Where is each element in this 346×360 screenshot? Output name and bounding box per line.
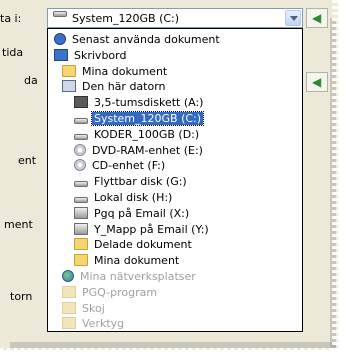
- folder-icon: [62, 64, 76, 77]
- torn-edge-decoration: [332, 0, 346, 360]
- side-toolbar-button[interactable]: ◀: [306, 72, 328, 92]
- network-drive-icon: [74, 206, 88, 219]
- dropdown-item[interactable]: Flyttbar disk (G:): [74, 174, 189, 190]
- folder-icon: [74, 238, 88, 251]
- dropdown-item-label: Lokal disk (H:): [94, 191, 173, 204]
- desktop-icon: [54, 48, 68, 61]
- dropdown-item-label: Pgq på Email (X:): [94, 206, 190, 220]
- dropdown-item-label: System_120GB (C:): [90, 111, 205, 126]
- dropdown-item-label: Y_Mapp på Email (Y:): [94, 222, 209, 236]
- hard-drive-icon: [74, 133, 88, 140]
- look-in-combobox[interactable]: System_120GB (C:): [47, 8, 303, 28]
- arrow-icon: ◀: [312, 75, 322, 89]
- dropdown-item[interactable]: Senast använda dokument: [54, 32, 222, 48]
- network-places-icon: [62, 270, 74, 282]
- dropdown-item[interactable]: Mina nätverksplatser: [62, 269, 198, 285]
- folder-icon: [62, 301, 76, 314]
- dropdown-item-label: Senast använda dokument: [72, 33, 220, 46]
- back-arrow-icon: ◀: [312, 11, 322, 25]
- dropdown-item-label: Delade dokument: [94, 238, 192, 252]
- floppy-drive-icon: [74, 96, 88, 109]
- dropdown-item-label: Mina dokument: [94, 254, 180, 268]
- sidebar-label-5[interactable]: torn: [10, 290, 32, 303]
- dropdown-item-label: Skrivbord: [74, 48, 127, 62]
- sidebar-label-4[interactable]: ment: [4, 218, 33, 231]
- back-button[interactable]: ◀: [306, 8, 328, 28]
- hard-drive-icon: [74, 118, 88, 124]
- dropdown-item-label: Verktyg: [82, 317, 125, 331]
- dropdown-arrow-button[interactable]: [285, 10, 301, 26]
- dropdown-item-label: 3,5-tumsdiskett (A:): [94, 96, 204, 110]
- look-in-label: ta i:: [0, 12, 22, 25]
- dropdown-item[interactable]: Lokal disk (H:): [74, 190, 174, 206]
- folder-icon: [74, 254, 88, 267]
- sidebar-label-1[interactable]: tida: [2, 46, 23, 59]
- hard-drive-icon: [74, 197, 88, 203]
- dvd-drive-icon: [74, 143, 86, 156]
- recent-documents-icon: [54, 33, 66, 45]
- dropdown-item[interactable]: Verktyg: [62, 316, 126, 332]
- computer-icon: [62, 80, 76, 93]
- location-dropdown-list[interactable]: Senast använda dokument Skrivbord Mina dok…: [47, 28, 303, 332]
- torn-edge-decoration: [0, 348, 346, 360]
- sidebar-label-2[interactable]: da: [24, 74, 38, 87]
- dropdown-item[interactable]: Skrivbord: [54, 48, 128, 64]
- cd-drive-icon: [74, 159, 86, 172]
- dropdown-item[interactable]: DVD-RAM-enhet (E:): [74, 143, 205, 159]
- dropdown-item-label: Flyttbar disk (G:): [94, 175, 187, 189]
- combobox-selected-value: System_120GB (C:): [72, 12, 180, 25]
- dropdown-item[interactable]: CD-enhet (F:): [74, 158, 167, 174]
- sidebar-label-3[interactable]: ent: [18, 154, 36, 167]
- dropdown-item-label: CD-enhet (F:): [92, 159, 166, 173]
- dropdown-item[interactable]: 3,5-tumsdiskett (A:): [74, 95, 205, 111]
- dropdown-item-label: Den här datorn: [82, 80, 166, 94]
- folder-icon: [62, 317, 76, 330]
- dropdown-item[interactable]: KODER_100GB (D:): [74, 127, 201, 143]
- dropdown-item[interactable]: Pgq på Email (X:): [74, 206, 191, 222]
- dropdown-item-label: Mina dokument: [82, 64, 168, 78]
- network-drive-icon: [74, 222, 88, 235]
- dropdown-item-label: DVD-RAM-enhet (E:): [92, 143, 203, 157]
- dropdown-item[interactable]: Y_Mapp på Email (Y:): [74, 222, 211, 238]
- dropdown-item-label: Skoj: [82, 301, 105, 315]
- dropdown-item[interactable]: Mina dokument: [62, 64, 169, 80]
- dropdown-item[interactable]: Mina dokument: [74, 253, 181, 269]
- folder-icon: [62, 285, 76, 298]
- dropdown-item[interactable]: PGQ-program: [62, 285, 159, 301]
- dropdown-item-label: PGQ-program: [82, 285, 158, 299]
- dropdown-item-label: Mina nätverksplatser: [80, 270, 196, 283]
- dropdown-item[interactable]: Skoj: [62, 301, 107, 317]
- dropdown-item[interactable]: Den här datorn: [62, 79, 168, 95]
- dropdown-item[interactable]: System_120GB (C:): [74, 111, 205, 127]
- hard-drive-icon: [53, 11, 67, 17]
- dropdown-item[interactable]: Delade dokument: [74, 237, 194, 253]
- dropdown-item-label: KODER_100GB (D:): [94, 127, 200, 141]
- removable-disk-icon: [74, 181, 88, 188]
